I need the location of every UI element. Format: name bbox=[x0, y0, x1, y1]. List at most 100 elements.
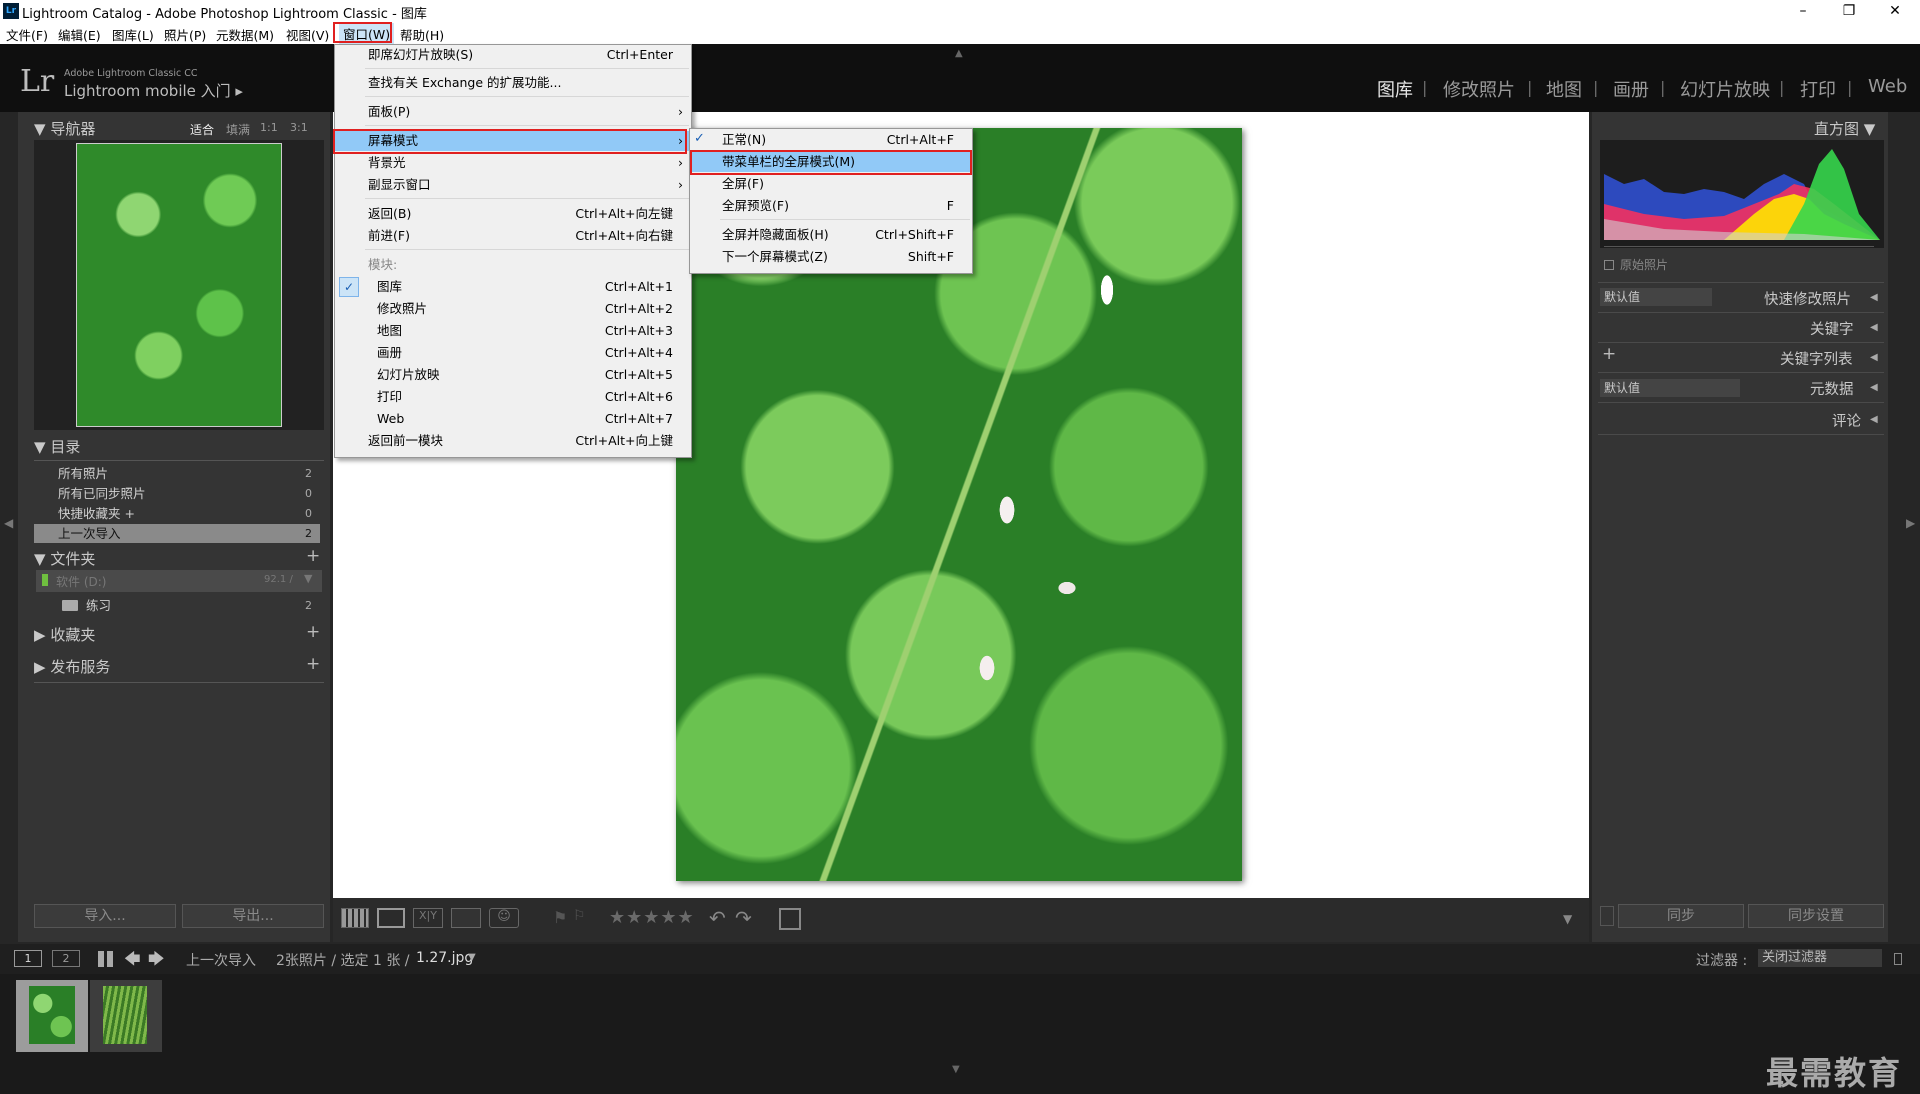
menu-item-forward[interactable]: 前进(F) Ctrl+Alt+向右键 bbox=[335, 226, 691, 246]
catalog-item-all-photos[interactable]: 所有照片 2 bbox=[34, 464, 320, 483]
menu-view[interactable]: 视图(V) bbox=[286, 25, 329, 44]
add-folder-icon[interactable]: + bbox=[306, 546, 320, 566]
module-map[interactable]: 地图 bbox=[1546, 76, 1582, 102]
keyword-list-header[interactable]: 关键字列表 bbox=[1780, 348, 1853, 369]
menu-item-panels[interactable]: 面板(P) › bbox=[335, 102, 691, 122]
quick-develop-header[interactable]: 快速修改照片 bbox=[1764, 288, 1851, 309]
collapse-left-icon[interactable]: ◀ bbox=[1870, 322, 1878, 333]
filter-select[interactable]: 关闭过滤器 bbox=[1758, 949, 1882, 967]
menu-item-module-map[interactable]: 地图 Ctrl+Alt+3 bbox=[335, 321, 691, 341]
menu-item-next-screen-mode[interactable]: 下一个屏幕模式(Z) Shift+F bbox=[690, 247, 972, 267]
survey-view-icon[interactable] bbox=[451, 908, 481, 928]
menu-item-normal[interactable]: 正常(N) Ctrl+Alt+F bbox=[690, 130, 972, 150]
publish-services-header[interactable]: ▶ 发布服务 bbox=[34, 656, 110, 677]
menu-item-fullscreen-preview[interactable]: 全屏预览(F) F bbox=[690, 196, 972, 216]
menu-item-lights-out[interactable]: 背景光 › bbox=[335, 153, 691, 173]
primary-display-button[interactable]: 1 bbox=[14, 950, 42, 967]
collections-header[interactable]: ▶ 收藏夹 bbox=[34, 624, 95, 645]
menu-item-secondary-display[interactable]: 副显示窗口 › bbox=[335, 175, 691, 195]
left-panel-toggle-icon[interactable]: ◀ bbox=[4, 516, 13, 530]
filmstrip-cell-selected[interactable] bbox=[16, 980, 88, 1052]
grid-view-icon[interactable] bbox=[341, 908, 369, 928]
zoom-1-1[interactable]: 1:1 bbox=[260, 121, 278, 134]
menu-library[interactable]: 图库(L) bbox=[112, 25, 154, 44]
menu-photo[interactable]: 照片(P) bbox=[164, 25, 206, 44]
volume-row[interactable]: 软件 (D:) 92.1 / ▼ bbox=[36, 570, 322, 592]
export-button[interactable]: 导出... bbox=[182, 904, 324, 928]
menu-item-fullscreen[interactable]: 全屏(F) bbox=[690, 174, 972, 194]
crop-overlay-icon[interactable] bbox=[779, 908, 801, 930]
filter-lock-icon[interactable] bbox=[1894, 953, 1902, 965]
catalog-item-previous-import[interactable]: 上一次导入 2 bbox=[34, 524, 320, 543]
menu-item-exchange[interactable]: 查找有关 Exchange 的扩展功能... bbox=[335, 73, 691, 93]
lightroom-mobile-link[interactable]: Lightroom mobile 入门 ▸ bbox=[64, 80, 243, 101]
histogram-header[interactable]: 直方图 ▼ bbox=[1814, 118, 1875, 139]
reject-flag-icon[interactable]: ⚐ bbox=[573, 908, 586, 924]
keywording-header[interactable]: 关键字 bbox=[1810, 318, 1854, 339]
original-photo-checkbox[interactable] bbox=[1604, 260, 1614, 270]
close-button[interactable]: ✕ bbox=[1872, 0, 1918, 22]
metadata-header[interactable]: 元数据 bbox=[1810, 378, 1854, 399]
flag-icon[interactable]: ⚑ bbox=[553, 908, 567, 927]
menu-item-back[interactable]: 返回(B) Ctrl+Alt+向左键 bbox=[335, 204, 691, 224]
forward-arrow-icon[interactable]: 🡆 bbox=[148, 948, 165, 975]
module-web[interactable]: Web bbox=[1868, 76, 1907, 97]
sync-switch-icon[interactable] bbox=[1600, 906, 1614, 926]
zoom-3-1[interactable]: 3:1 bbox=[290, 121, 308, 134]
grid-icon[interactable] bbox=[98, 951, 114, 967]
navigator-header[interactable]: ▼ 导航器 bbox=[34, 118, 95, 139]
menu-item-module-develop[interactable]: 修改照片 Ctrl+Alt+2 bbox=[335, 299, 691, 319]
import-button[interactable]: 导入... bbox=[34, 904, 176, 928]
chevron-down-icon[interactable]: ▼ bbox=[468, 952, 476, 963]
comments-header[interactable]: 评论 bbox=[1832, 410, 1861, 431]
folder-item[interactable]: 练习 2 bbox=[34, 596, 320, 615]
metadata-preset-select[interactable]: 默认值 bbox=[1600, 379, 1740, 397]
menu-metadata[interactable]: 元数据(M) bbox=[216, 25, 274, 44]
right-panel-toggle-icon[interactable]: ▶ bbox=[1906, 516, 1915, 530]
restore-button[interactable]: ❐ bbox=[1826, 0, 1872, 22]
add-keyword-icon[interactable]: + bbox=[1602, 344, 1616, 364]
menu-item-module-web[interactable]: Web Ctrl+Alt+7 bbox=[335, 409, 691, 429]
menu-item-module-slideshow[interactable]: 幻灯片放映 Ctrl+Alt+5 bbox=[335, 365, 691, 385]
folders-header[interactable]: ▼ 文件夹 bbox=[34, 548, 95, 569]
menu-help[interactable]: 帮助(H) bbox=[400, 25, 444, 44]
catalog-header[interactable]: ▼ 目录 bbox=[34, 436, 80, 457]
bottom-panel-arrow-icon[interactable]: ▼ bbox=[952, 1064, 960, 1075]
menu-item-module-book[interactable]: 画册 Ctrl+Alt+4 bbox=[335, 343, 691, 363]
module-slideshow[interactable]: 幻灯片放映 bbox=[1680, 76, 1770, 102]
secondary-display-button[interactable]: 2 bbox=[52, 950, 80, 967]
navigator-thumbnail[interactable] bbox=[76, 143, 282, 427]
menu-item-impromptu-slideshow[interactable]: 即席幻灯片放映(S) Ctrl+Enter bbox=[335, 45, 691, 65]
filmstrip-cell[interactable] bbox=[90, 980, 162, 1052]
collapse-left-icon[interactable]: ◀ bbox=[1870, 352, 1878, 363]
menu-item-fullscreen-hide-panels[interactable]: 全屏并隐藏面板(H) Ctrl+Shift+F bbox=[690, 225, 972, 245]
add-publish-service-icon[interactable]: + bbox=[306, 654, 320, 674]
sync-button[interactable]: 同步 bbox=[1618, 904, 1744, 928]
zoom-fit[interactable]: 适合 bbox=[190, 121, 214, 138]
module-print[interactable]: 打印 bbox=[1800, 76, 1836, 102]
menu-file[interactable]: 文件(F) bbox=[6, 25, 48, 44]
menu-item-module-library[interactable]: 图库 Ctrl+Alt+1 bbox=[335, 277, 691, 297]
collapse-left-icon[interactable]: ◀ bbox=[1870, 414, 1878, 425]
menu-edit[interactable]: 编辑(E) bbox=[58, 25, 101, 44]
toolbar-options-icon[interactable]: ▼ bbox=[1563, 912, 1572, 926]
zoom-fill[interactable]: 填满 bbox=[226, 121, 250, 138]
rotate-left-icon[interactable]: ↶ bbox=[709, 906, 726, 930]
collapse-left-icon[interactable]: ◀ bbox=[1870, 292, 1878, 303]
module-book[interactable]: 画册 bbox=[1613, 76, 1649, 102]
module-develop[interactable]: 修改照片 bbox=[1443, 76, 1515, 102]
menu-item-module-print[interactable]: 打印 Ctrl+Alt+6 bbox=[335, 387, 691, 407]
compare-view-icon[interactable]: X|Y bbox=[413, 908, 443, 928]
rotate-right-icon[interactable]: ↷ bbox=[735, 906, 752, 930]
top-panel-arrow-icon[interactable]: ▲ bbox=[955, 48, 963, 59]
collapse-left-icon[interactable]: ◀ bbox=[1870, 382, 1878, 393]
quick-develop-preset-select[interactable]: 默认值 bbox=[1600, 288, 1712, 306]
module-library[interactable]: 图库 bbox=[1377, 76, 1413, 102]
catalog-item-quick-collection[interactable]: 快捷收藏夹 +0 bbox=[34, 504, 320, 523]
sync-settings-button[interactable]: 同步设置 bbox=[1748, 904, 1884, 928]
source-label[interactable]: 上一次导入 bbox=[186, 950, 256, 970]
people-view-icon[interactable]: ☺ bbox=[489, 908, 519, 928]
add-collection-icon[interactable]: + bbox=[306, 622, 320, 642]
star-rating-icon[interactable]: ★★★★★ bbox=[609, 907, 695, 928]
menu-item-previous-module[interactable]: 返回前一模块 Ctrl+Alt+向上键 bbox=[335, 431, 691, 451]
